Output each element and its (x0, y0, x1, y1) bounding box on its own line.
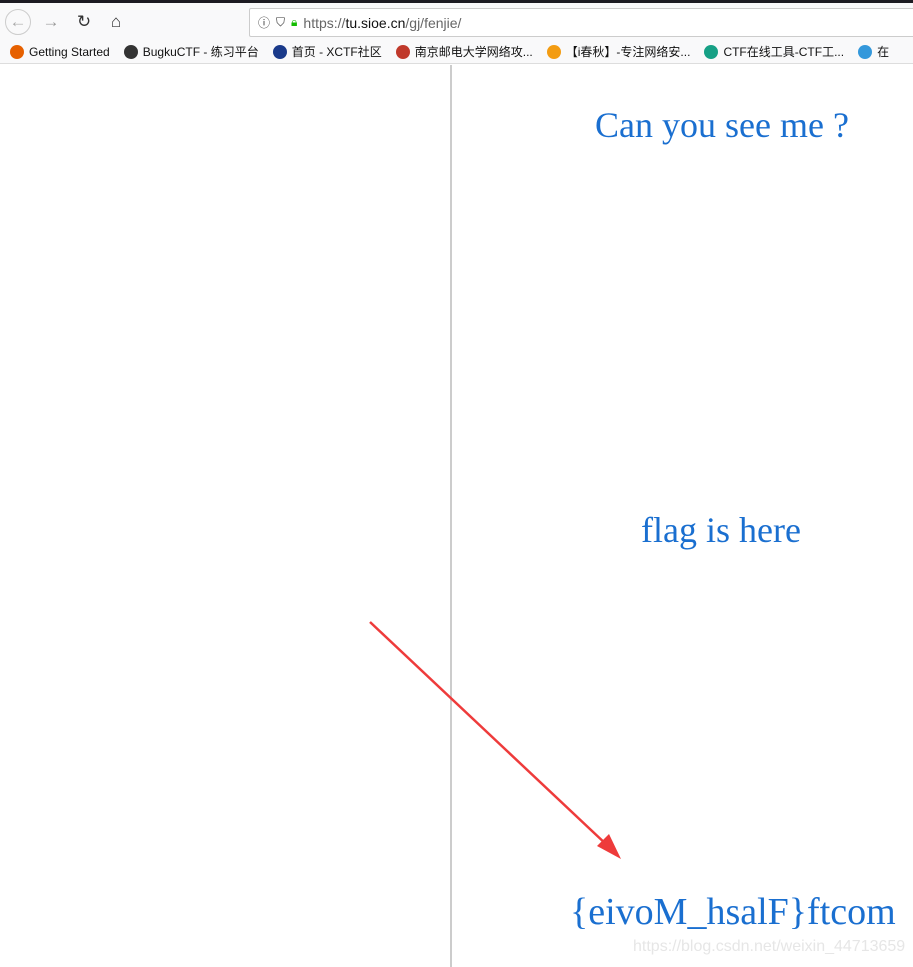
red-arrow-annotation (369, 621, 621, 859)
arrow-shaft (369, 621, 609, 847)
